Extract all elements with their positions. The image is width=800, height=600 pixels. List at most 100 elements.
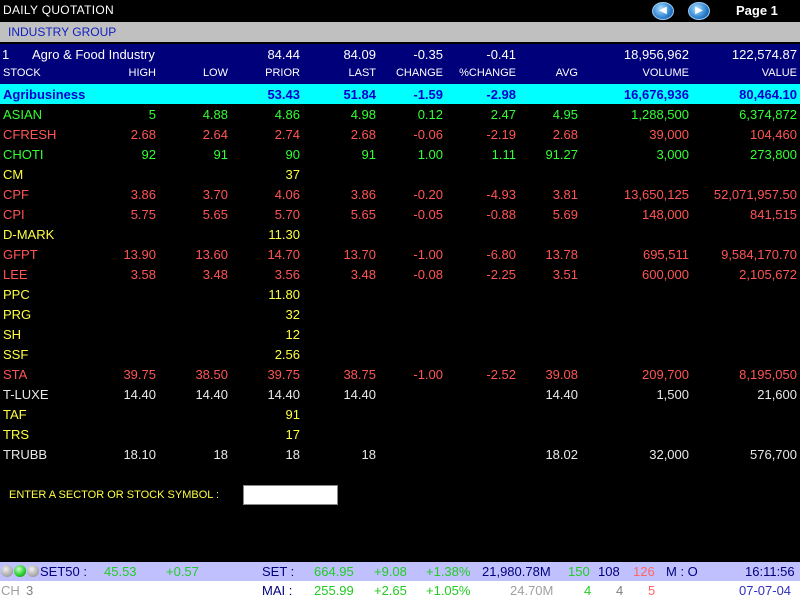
industry-group-label: INDUSTRY GROUP [8,25,117,39]
table-row[interactable]: SSF 2.56 [0,344,800,364]
table-row[interactable]: TRS 17 [0,424,800,444]
industry-number: 1 [2,47,10,62]
set-label: SET : [262,564,295,579]
industry-summary-row[interactable]: 1 Agro & Food Industry 84.44 84.09 -0.35… [0,44,800,64]
symbol-input[interactable] [243,485,338,505]
status-light-icon [1,565,13,577]
cell-volume: 13,650,125 [623,187,689,202]
cell-last: 18 [361,447,376,462]
sector-prior: 53.43 [267,87,300,102]
table-row[interactable]: CPI 5.75 5.65 5.70 5.65 -0.05 -0.88 5.69 148,000… [0,204,800,224]
cell-stock: TRUBB [3,447,48,462]
sector-volume: 16,676,936 [623,87,689,102]
cell-low: 14.40 [195,387,228,402]
table-row[interactable]: LEE 3.58 3.48 3.56 3.48 -0.08 -2.25 3.51 600,000… [0,264,800,284]
cell-value: 273,800 [750,147,797,162]
mai-change: +2.65 [374,583,407,598]
col-avg: AVG [555,67,578,79]
table-row[interactable]: TRUBB 18.10 18 18 18 18.02 32,000 576,700 [0,444,800,464]
channel-label: CH [1,583,20,598]
table-row[interactable]: GFPT 13.90 13.60 14.70 13.70 -1.00 -6.80 13.78 6… [0,244,800,264]
set-change: +9.08 [374,564,407,579]
cell-volume: 39,000 [649,127,689,142]
cell-last: 91 [361,147,376,162]
industry-group-bar: INDUSTRY GROUP [0,22,800,42]
cell-stock: CPI [3,207,25,222]
table-row[interactable]: CPF 3.86 3.70 4.06 3.86 -0.20 -4.93 3.81 13,650,… [0,184,800,204]
cell-stock: SH [3,327,22,342]
cell-low: 3.48 [202,267,228,282]
cell-value: 2,105,672 [739,267,797,282]
prev-page-icon[interactable]: ◀ [652,2,674,20]
table-row[interactable]: PRG 32 [0,304,800,324]
cell-volume: 1,288,500 [631,107,689,122]
cell-prior: 37 [285,167,300,182]
cell-stock: CFRESH [3,127,57,142]
cell-stock: TRS [3,427,29,442]
table-row[interactable]: CFRESH 2.68 2.64 2.74 2.68 -0.06 -2.19 2.68 39,0… [0,124,800,144]
table-row[interactable]: CHOTI 92 91 90 91 1.00 1.11 91.27 3,000 273,800 [0,144,800,164]
cell-last: 14.40 [343,387,376,402]
industry-value: 122,574.87 [731,47,797,62]
stock-table: ASIAN 5 4.88 4.86 4.98 0.12 2.47 4.95 1,288,500 6… [0,104,800,464]
cell-prior: 90 [285,147,300,162]
cell-stock: PPC [3,287,30,302]
cell-change: -0.20 [413,187,443,202]
table-row[interactable]: D-MARK 11.30 [0,224,800,244]
industry-low: 84.09 [343,47,376,62]
table-row[interactable]: ASIAN 5 4.88 4.86 4.98 0.12 2.47 4.95 1,288,500 6… [0,104,800,124]
cell-avg: 39.08 [545,367,578,382]
status-light-icon [14,565,26,577]
mai-label: MAI : [262,583,293,598]
mai-up-count: 4 [584,583,592,598]
cell-value: 104,460 [750,127,797,142]
cell-low: 91 [213,147,228,162]
cell-last: 3.48 [350,267,376,282]
table-row[interactable]: PPC 11.80 [0,284,800,304]
cell-low: 38.50 [195,367,228,382]
table-row[interactable]: TAF 91 [0,404,800,424]
cell-avg: 2.68 [552,127,578,142]
mai-value: 255.99 [314,583,354,598]
table-row[interactable]: STA 39.75 38.50 39.75 38.75 -1.00 -2.52 39.08 20… [0,364,800,384]
table-row[interactable]: T-LUXE 14.40 14.40 14.40 14.40 14.40 1,500 21,6… [0,384,800,404]
cell-value: 841,515 [750,207,797,222]
table-row[interactable]: SH 12 [0,324,800,344]
cell-value: 6,374,872 [739,107,797,122]
cell-pchange: 2.47 [490,107,516,122]
cell-pchange: -0.88 [486,207,516,222]
col-high: HIGH [128,67,157,79]
set-up-count: 150 [568,564,590,579]
cell-prior: 3.56 [274,267,300,282]
cell-change: 0.12 [417,107,443,122]
cell-value: 9,584,170.70 [721,247,797,262]
sector-summary-row[interactable]: Agribusiness 53.43 51.84 -1.59 -2.98 16,… [0,84,800,104]
industry-volume: 18,956,962 [623,47,689,62]
cell-prior: 14.40 [267,387,300,402]
cell-prior: 2.74 [274,127,300,142]
cell-prior: 4.86 [274,107,300,122]
cell-high: 5 [148,107,156,122]
cell-low: 5.65 [202,207,228,222]
col-prior: PRIOR [265,67,300,79]
cell-high: 2.68 [130,127,156,142]
status-bar-set: SET50 : 45.53 +0.57 SET : 664.95 +9.08 +… [0,562,800,581]
next-page-icon[interactable]: ▶ [688,2,710,20]
cell-volume: 695,511 [642,247,689,262]
channel-value: 3 [26,583,34,598]
cell-stock: D-MARK [3,227,55,242]
status-bar-mai: CH 3 MAI : 255.99 +2.65 +1.05% 24.70M 4 … [0,581,800,600]
sector-change: -1.59 [413,87,443,102]
cell-pchange: -4.93 [486,187,516,202]
symbol-prompt: ENTER A SECTOR OR STOCK SYMBOL : [9,489,220,501]
cell-high: 18.10 [123,447,156,462]
page-title: DAILY QUOTATION [3,3,114,17]
col-stock: STOCK [3,67,41,79]
cell-stock: CPF [3,187,29,202]
cell-last: 2.68 [350,127,376,142]
cell-pchange: -2.25 [486,267,516,282]
cell-pchange: -2.19 [486,127,516,142]
table-row[interactable]: CM 37 [0,164,800,184]
cell-stock: CHOTI [3,147,44,162]
page-number: Page 1 [736,3,778,18]
